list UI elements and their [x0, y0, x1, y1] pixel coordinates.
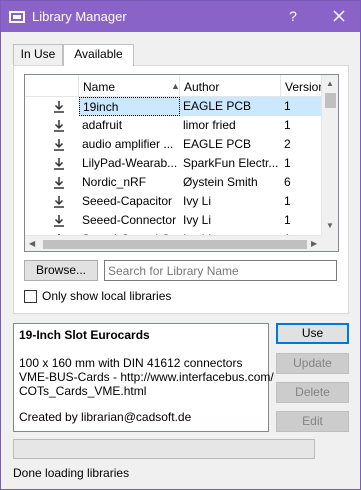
- description-title: 19-Inch Slot Eurocards: [19, 328, 150, 342]
- row-author: Øystein Smith: [183, 175, 258, 189]
- sort-ascending-icon: ▲: [171, 81, 180, 91]
- column-header-name[interactable]: ▲ Name: [79, 75, 180, 97]
- row-name: adafruit: [82, 118, 123, 132]
- description-line: VME-BUS-Cards - http://www.interfacebus.…: [19, 370, 274, 384]
- tab-in-use[interactable]: In Use: [13, 44, 63, 65]
- row-version: 1: [284, 194, 291, 208]
- table-row[interactable]: Seeed-Capacitor Ivy Li 1: [25, 192, 321, 211]
- update-button[interactable]: Update: [276, 353, 349, 374]
- title-bar: Library Manager ?: [1, 1, 360, 32]
- row-author: EAGLE PCB: [183, 137, 252, 151]
- column-header-version[interactable]: Version: [281, 75, 325, 97]
- available-tab-pane: ▲ Name Author Version 19inch EAGLE PCB 1…: [13, 65, 349, 314]
- row-name: LilyPad-Wearab...: [82, 156, 178, 170]
- row-name: 19inch: [79, 97, 180, 116]
- search-input[interactable]: [104, 260, 337, 281]
- table-row[interactable]: LilyPad-Wearab... SparkFun Electr... 1: [25, 154, 321, 173]
- library-manager-window: Library Manager ? In Use Available ▲ Nam…: [0, 0, 361, 490]
- row-author: Ivy Li: [183, 194, 212, 208]
- download-icon[interactable]: [53, 157, 65, 170]
- use-button[interactable]: Use: [276, 323, 349, 344]
- scroll-left-icon[interactable]: ◀: [29, 239, 35, 248]
- library-description: 19-Inch Slot Eurocards 100 x 160 mm with…: [13, 323, 274, 432]
- download-icon[interactable]: [53, 138, 65, 151]
- table-header: ▲ Name Author Version: [25, 75, 325, 97]
- download-icon[interactable]: [53, 119, 65, 132]
- download-icon[interactable]: [53, 176, 65, 189]
- folder-icon: [9, 11, 25, 23]
- table-row[interactable]: 19inch EAGLE PCB 1: [25, 97, 321, 116]
- download-icon[interactable]: [53, 214, 65, 227]
- table-row[interactable]: Seeed-Connector Ivy Li 1: [25, 211, 321, 230]
- description-line: 100 x 160 mm with DIN 41612 connectors: [19, 356, 243, 370]
- edit-button[interactable]: Edit: [276, 411, 349, 432]
- download-icon[interactable]: [53, 195, 65, 208]
- description-line: COTs_Cards_VME.html: [19, 384, 147, 398]
- horizontal-scrollbar[interactable]: ◀ ▶: [25, 235, 321, 251]
- horizontal-scroll-thumb[interactable]: [43, 240, 307, 249]
- description-body: 100 x 160 mm with DIN 41612 connectors V…: [19, 356, 274, 424]
- row-version: 1: [284, 118, 291, 132]
- row-version: 1: [284, 156, 291, 170]
- window-title: Library Manager: [32, 9, 127, 24]
- row-author: limor fried: [183, 118, 236, 132]
- status-text: Done loading libraries: [13, 466, 130, 480]
- row-version: 6: [284, 175, 291, 189]
- browse-button[interactable]: Browse...: [24, 260, 98, 281]
- row-name: audio amplifier ...: [82, 137, 174, 151]
- scroll-down-icon[interactable]: ▼: [326, 221, 334, 230]
- row-name: Seeed-Connector: [82, 213, 177, 227]
- table-row[interactable]: audio amplifier ... EAGLE PCB 2: [25, 135, 321, 154]
- delete-button[interactable]: Delete: [276, 382, 349, 403]
- close-button[interactable]: [327, 5, 351, 27]
- row-author: Ivy Li: [183, 213, 212, 227]
- row-version: 2: [284, 137, 291, 151]
- scrollbar-corner: [321, 235, 338, 251]
- scroll-right-icon[interactable]: ▶: [311, 239, 317, 248]
- vertical-scroll-thumb[interactable]: [325, 93, 336, 108]
- row-version: 1: [284, 213, 291, 227]
- description-creator: Created by librarian@cadsoft.de: [19, 410, 192, 424]
- download-icon[interactable]: [53, 100, 65, 113]
- table-row[interactable]: Nordic_nRF Øystein Smith 6: [25, 173, 321, 192]
- progress-bar: [13, 439, 315, 459]
- vertical-scrollbar[interactable]: ▲ ▼: [321, 75, 338, 235]
- local-only-label[interactable]: Only show local libraries: [42, 288, 171, 304]
- scroll-up-icon[interactable]: ▲: [326, 79, 334, 88]
- library-table: ▲ Name Author Version 19inch EAGLE PCB 1…: [24, 74, 339, 252]
- help-button[interactable]: ?: [283, 5, 303, 27]
- tab-available[interactable]: Available: [63, 44, 134, 66]
- column-header-icon: [25, 75, 79, 97]
- row-name: Nordic_nRF: [82, 175, 147, 189]
- row-version: 1: [284, 99, 291, 113]
- local-only-checkbox[interactable]: [24, 290, 37, 303]
- close-icon: [333, 10, 345, 22]
- row-author: SparkFun Electr...: [183, 156, 279, 170]
- column-header-author[interactable]: Author: [180, 75, 281, 97]
- row-name: Seeed-Capacitor: [82, 194, 173, 208]
- table-row[interactable]: adafruit limor fried 1: [25, 116, 321, 135]
- row-author: EAGLE PCB: [183, 99, 252, 113]
